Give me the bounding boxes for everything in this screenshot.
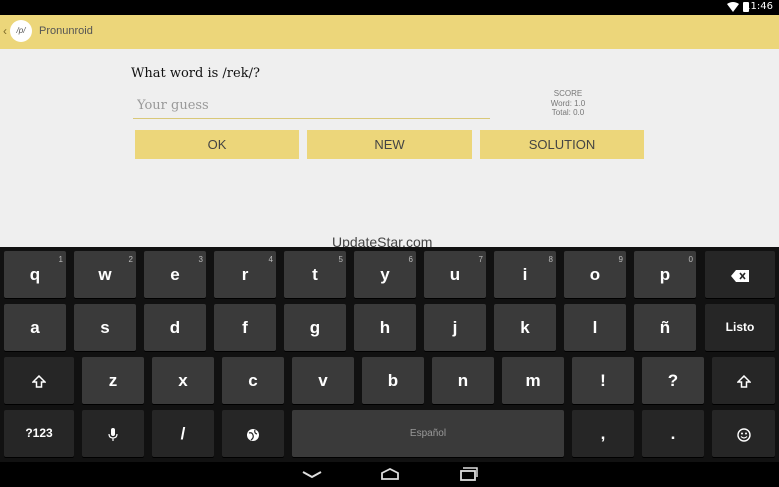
backspace-icon (731, 269, 749, 282)
emoji-key[interactable] (712, 410, 775, 457)
key-d[interactable]: d (144, 304, 206, 351)
microphone-icon (108, 427, 118, 441)
key-e[interactable]: e3 (144, 251, 206, 298)
emoji-icon (736, 427, 751, 442)
key-label: p (659, 265, 671, 284)
key-n[interactable]: n (432, 357, 494, 404)
home-icon[interactable] (378, 466, 402, 482)
guess-input[interactable] (133, 92, 490, 119)
question-text: What word is /rek/? (131, 66, 260, 81)
key-p[interactable]: p0 (634, 251, 696, 298)
key-c[interactable]: c (222, 357, 284, 404)
key-hint: 6 (408, 255, 413, 264)
key-hint: 0 (688, 255, 693, 264)
shift-icon (735, 374, 752, 388)
score-word: Word: 1.0 (550, 98, 586, 108)
key-w[interactable]: w2 (74, 251, 136, 298)
key-i[interactable]: i8 (494, 251, 556, 298)
key-label: w (98, 265, 112, 284)
key-label: i (522, 265, 528, 284)
app-title: Pronunroid (39, 25, 93, 37)
key-hint: 3 (198, 255, 203, 264)
key-b[interactable]: b (362, 357, 424, 404)
globe-icon (247, 428, 259, 441)
key-l[interactable]: l (564, 304, 626, 351)
key-q[interactable]: q1 (4, 251, 66, 298)
shift-key-right[interactable] (712, 357, 775, 404)
slash-key[interactable]: / (152, 410, 214, 457)
key-hint: 1 (58, 255, 63, 264)
key-question[interactable]: ? (642, 357, 704, 404)
action-bar: ‹ /p/ Pronunroid (0, 15, 779, 49)
recents-icon[interactable] (456, 466, 480, 482)
key-y[interactable]: y6 (354, 251, 416, 298)
key-f[interactable]: f (214, 304, 276, 351)
language-key[interactable] (222, 410, 284, 457)
key-s[interactable]: s (74, 304, 136, 351)
done-key[interactable]: Listo (705, 304, 775, 351)
key-r[interactable]: r4 (214, 251, 276, 298)
key-label: q (29, 265, 41, 284)
key-t[interactable]: t5 (284, 251, 346, 298)
backspace-key[interactable] (705, 251, 775, 298)
key-hint: 2 (128, 255, 133, 264)
key-label: e (170, 265, 180, 284)
soft-keyboard: q1 w2 e3 r4 t5 y6 u7 i8 o9 p0 a s d f g … (0, 247, 779, 462)
key-o[interactable]: o9 (564, 251, 626, 298)
score-panel: SCORE Word: 1.0 Total: 0.0 (530, 89, 606, 118)
comma-key[interactable]: , (572, 410, 634, 457)
key-label: u (449, 265, 461, 284)
new-button[interactable]: NEW (307, 130, 472, 159)
key-m[interactable]: m (502, 357, 564, 404)
symbols-key[interactable]: ?123 (4, 410, 74, 457)
key-n-tilde[interactable]: ñ (634, 304, 696, 351)
shift-key-left[interactable] (4, 357, 74, 404)
shift-icon (31, 374, 47, 388)
key-hint: 5 (338, 255, 343, 264)
key-v[interactable]: v (292, 357, 354, 404)
back-caret-icon[interactable]: ‹ (3, 24, 7, 38)
space-key[interactable]: Español (292, 410, 564, 457)
key-label: y (380, 265, 390, 284)
key-hint: 8 (548, 255, 553, 264)
key-j[interactable]: j (424, 304, 486, 351)
clock: 11:46 (744, 1, 773, 12)
key-label: o (589, 265, 601, 284)
navigation-bar (0, 462, 779, 487)
status-bar: 11:46 (0, 0, 779, 15)
app-logo[interactable]: /p/ (10, 20, 32, 42)
key-label: r (241, 265, 249, 284)
key-hint: 9 (618, 255, 623, 264)
score-heading: SCORE (553, 89, 583, 98)
key-u[interactable]: u7 (424, 251, 486, 298)
key-x[interactable]: x (152, 357, 214, 404)
ok-button[interactable]: OK (135, 130, 299, 159)
key-hint: 4 (268, 255, 273, 264)
key-h[interactable]: h (354, 304, 416, 351)
key-hint: 7 (478, 255, 483, 264)
back-icon[interactable] (300, 466, 324, 482)
score-total: Total: 0.0 (551, 108, 585, 117)
solution-button[interactable]: SOLUTION (480, 130, 644, 159)
mic-key[interactable] (82, 410, 144, 457)
key-z[interactable]: z (82, 357, 144, 404)
key-label: t (312, 265, 318, 284)
period-key[interactable]: . (642, 410, 704, 457)
key-g[interactable]: g (284, 304, 346, 351)
key-a[interactable]: a (4, 304, 66, 351)
key-k[interactable]: k (494, 304, 556, 351)
wifi-icon (727, 2, 739, 12)
key-exclamation[interactable]: ! (572, 357, 634, 404)
